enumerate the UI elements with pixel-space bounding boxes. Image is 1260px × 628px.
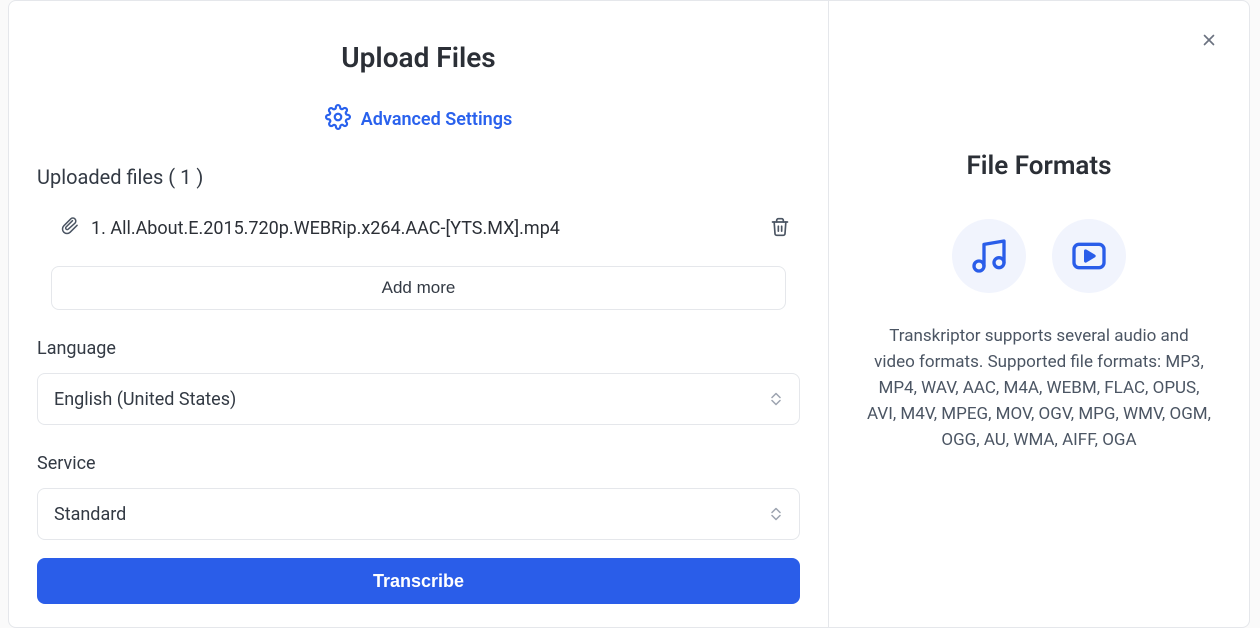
upload-modal: Upload Files Advanced Settings Uploaded … xyxy=(8,0,1250,628)
audio-icon xyxy=(952,219,1026,293)
close-button[interactable] xyxy=(1197,29,1221,53)
right-panel: File Formats Transkriptor supports sever… xyxy=(829,1,1249,627)
language-select[interactable]: English (United States) xyxy=(37,373,800,425)
chevron-updown-icon xyxy=(771,508,781,521)
video-icon xyxy=(1052,219,1126,293)
service-label: Service xyxy=(37,453,800,474)
file-formats-title: File Formats xyxy=(966,151,1111,181)
paperclip-icon xyxy=(61,217,79,240)
left-panel: Upload Files Advanced Settings Uploaded … xyxy=(9,1,828,627)
trash-icon xyxy=(770,225,790,240)
file-formats-description: Transkriptor supports several audio and … xyxy=(867,323,1211,453)
file-row: 1. All.About.E.2015.720p.WEBRip.x264.AAC… xyxy=(37,189,800,254)
file-name: 1. All.About.E.2015.720p.WEBRip.x264.AAC… xyxy=(61,217,766,240)
advanced-settings-link[interactable]: Advanced Settings xyxy=(37,104,800,135)
language-selected-value: English (United States) xyxy=(54,389,236,410)
transcribe-button[interactable]: Transcribe xyxy=(37,558,800,604)
page-title: Upload Files xyxy=(37,41,800,74)
language-label: Language xyxy=(37,338,800,359)
service-select[interactable]: Standard xyxy=(37,488,800,540)
close-icon xyxy=(1200,31,1218,52)
service-selected-value: Standard xyxy=(54,504,126,525)
advanced-settings-label: Advanced Settings xyxy=(361,109,512,130)
file-name-text: 1. All.About.E.2015.720p.WEBRip.x264.AAC… xyxy=(91,218,560,239)
uploaded-files-label: Uploaded files ( 1 ) xyxy=(37,165,800,189)
delete-file-button[interactable] xyxy=(766,213,794,244)
gear-icon xyxy=(325,104,351,135)
chevron-updown-icon xyxy=(771,393,781,406)
format-icons xyxy=(952,219,1126,293)
add-more-button[interactable]: Add more xyxy=(51,266,786,310)
